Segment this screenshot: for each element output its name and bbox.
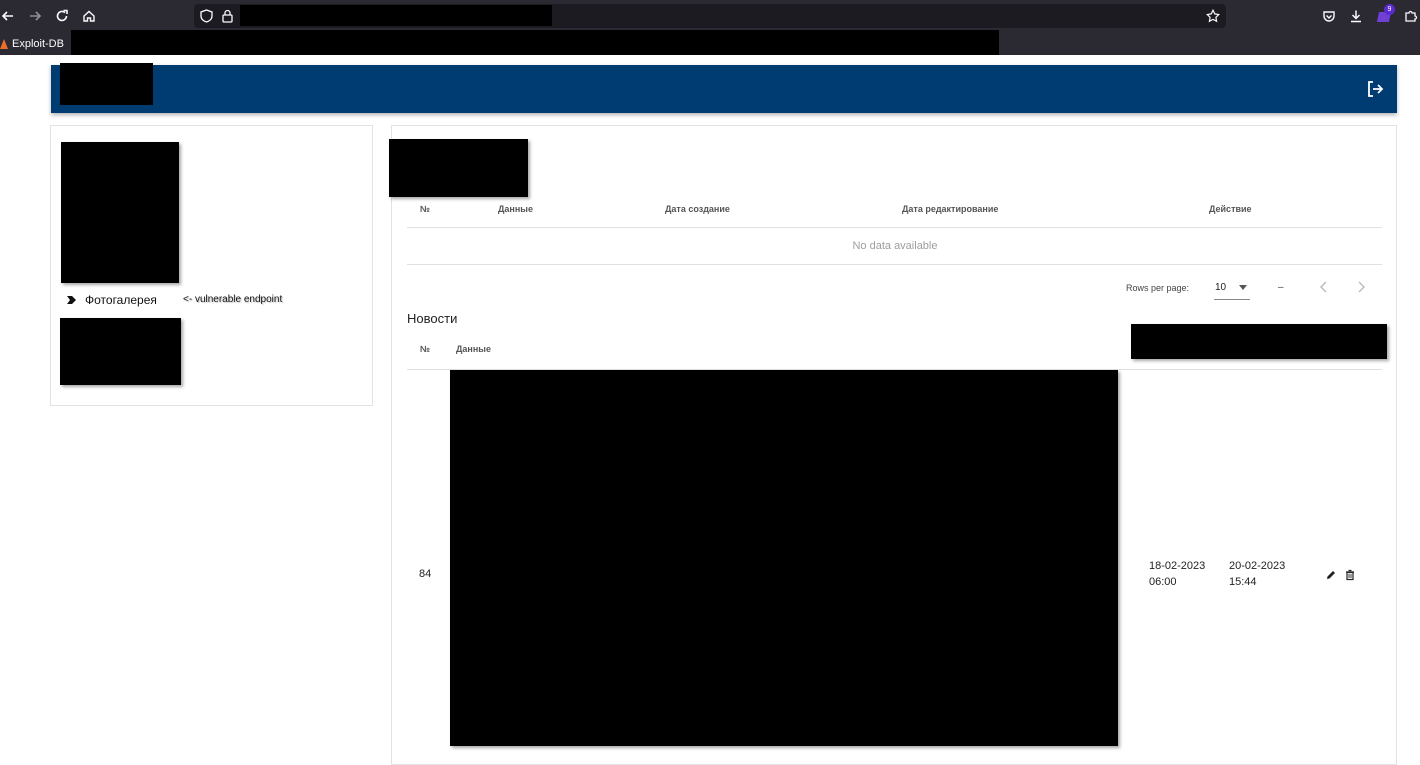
news-header-data: Данные	[456, 344, 491, 354]
chevron-right-icon	[67, 293, 77, 307]
forward-icon[interactable]	[25, 6, 45, 26]
home-icon[interactable]	[79, 6, 99, 26]
bookmark-exploit-db[interactable]: Exploit-DB	[0, 36, 64, 52]
rows-per-page-select[interactable]: 10	[1214, 276, 1250, 300]
table1-header-edited: Дата редактирование	[902, 204, 999, 214]
logo-redacted	[60, 63, 153, 105]
news-section-title: Новости	[407, 311, 458, 326]
sidebar-redacted-block	[60, 318, 181, 385]
main-panel: № Данные Дата создание Дата редактирован…	[389, 125, 1397, 765]
download-icon[interactable]	[1346, 6, 1366, 26]
table1-footer-rule	[407, 264, 1382, 265]
news-row-created-time: 06:00	[1149, 576, 1177, 588]
logout-icon[interactable]	[1365, 79, 1385, 99]
sidebar-redacted-image	[61, 142, 179, 283]
edit-icon[interactable]	[1325, 568, 1337, 580]
news-row-edited-time: 15:44	[1229, 576, 1257, 588]
rows-per-page-label: Rows per page:	[1126, 283, 1190, 293]
url-redacted	[240, 5, 552, 26]
chevron-right-icon[interactable]	[1354, 280, 1368, 294]
exploit-db-icon	[0, 39, 8, 49]
star-icon[interactable]	[1205, 8, 1221, 28]
table1-empty-text: No data available	[852, 240, 938, 252]
news-row-data-redacted	[450, 370, 1118, 746]
reload-icon[interactable]	[52, 6, 72, 26]
table1-header-created: Дата создание	[665, 204, 730, 214]
sidebar-item-photogallery[interactable]: Фотогалерея	[67, 293, 157, 307]
news-row-created: 18-02-2023 06:00	[1149, 558, 1205, 590]
news-headers-redacted	[1131, 324, 1387, 359]
news-row-id: 84	[419, 568, 432, 580]
pagination-range: –	[1278, 282, 1284, 293]
table1-header-data: Данные	[498, 204, 533, 214]
lock-icon[interactable]	[222, 9, 233, 28]
caret-down-icon	[1239, 285, 1247, 290]
table1-header-number: №	[420, 204, 431, 214]
shield-icon[interactable]	[200, 9, 213, 28]
bookmarks-redacted	[71, 30, 999, 55]
chevron-left-icon[interactable]	[1317, 280, 1331, 294]
sidebar: Фотогалерея <- vulnerable endpoint	[50, 125, 373, 406]
extension-icon[interactable]: 9	[1374, 4, 1395, 26]
extensions-puzzle-icon[interactable]	[1401, 6, 1420, 26]
main-title-redacted	[389, 139, 528, 197]
news-header-number: №	[420, 344, 431, 354]
news-row-edited: 20-02-2023 15:44	[1229, 558, 1285, 590]
sidebar-item-label: Фотогалерея	[85, 293, 157, 307]
app-header	[51, 63, 1397, 113]
pocket-icon[interactable]	[1319, 6, 1339, 26]
sidebar-annotation: <- vulnerable endpoint	[183, 294, 283, 305]
extension-badge: 9	[1384, 4, 1395, 15]
url-bar[interactable]	[194, 4, 1226, 28]
table1-header-action: Действие	[1209, 204, 1252, 214]
browser-toolbar: 9	[0, 0, 1420, 32]
back-icon[interactable]	[0, 6, 18, 26]
delete-icon[interactable]	[1344, 568, 1356, 581]
news-row-created-date: 18-02-2023	[1149, 560, 1206, 572]
rows-per-page-value: 10	[1215, 282, 1227, 293]
news-row-edited-date: 20-02-2023	[1229, 560, 1286, 572]
table1-header-rule	[407, 227, 1382, 228]
bookmark-label: Exploit-DB	[12, 38, 64, 50]
